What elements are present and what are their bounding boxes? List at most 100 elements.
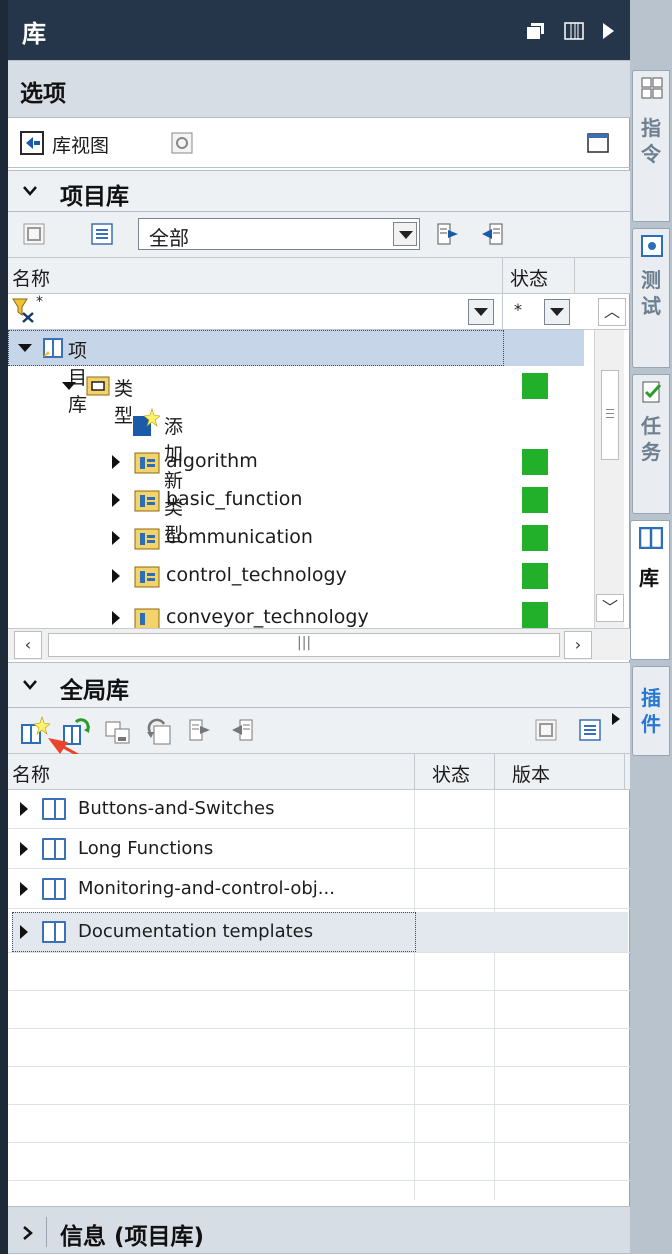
status-indicator (522, 602, 548, 628)
overflow-arrow-icon[interactable] (610, 712, 622, 726)
type-folder-icon (134, 452, 160, 474)
global-library-item[interactable]: Documentation templates (8, 912, 628, 952)
project-library-tree: 项目库 类型 添加新类型 algorithm basic_function co… (8, 330, 630, 628)
float-window-icon[interactable] (526, 22, 546, 40)
left-border (0, 0, 8, 1254)
global-library-book-icon (42, 838, 66, 860)
detail-view-icon[interactable] (578, 718, 602, 742)
type-folder-icon (134, 528, 160, 550)
clear-filter-icon[interactable] (12, 298, 38, 324)
library-filter-select[interactable]: 全部 (138, 218, 420, 250)
chevron-down-icon[interactable] (22, 185, 38, 197)
global-library-header[interactable]: 全局库 (8, 662, 630, 708)
global-library-book-icon (42, 921, 66, 943)
library-view-toggle-icon[interactable] (20, 131, 44, 155)
options-title: 选项 (20, 81, 66, 107)
column-status[interactable]: 状态 (432, 760, 470, 787)
tasks-icon (642, 381, 662, 403)
project-library-header[interactable]: 项目库 (8, 170, 630, 212)
expand-arrow-icon[interactable] (20, 925, 28, 939)
scroll-thumb[interactable]: ||| (48, 633, 560, 657)
import-icon[interactable] (230, 718, 254, 742)
status-indicator (522, 487, 548, 513)
options-header: 选项 (8, 60, 630, 118)
tab-tasks[interactable]: 任务 (632, 374, 670, 514)
column-version[interactable]: 版本 (512, 760, 550, 787)
tree-vertical-scrollbar[interactable]: ﹀ (594, 330, 624, 628)
tab-label: 测试 (641, 268, 661, 318)
scroll-right-button[interactable]: › (564, 631, 592, 659)
global-library-item[interactable]: Monitoring-and-control-obj... (8, 870, 628, 908)
dock-window-icon[interactable] (564, 22, 584, 40)
collapse-right-icon[interactable] (600, 22, 616, 40)
tab-testing[interactable]: 测试 (632, 228, 670, 368)
expand-arrow-icon[interactable] (112, 531, 120, 545)
tab-libraries[interactable]: 库 (630, 520, 670, 660)
chevron-right-icon[interactable] (22, 1225, 34, 1241)
global-library-title: 全局库 (60, 678, 129, 704)
close-library-icon[interactable] (146, 718, 174, 746)
column-status[interactable]: 状态 (510, 264, 548, 291)
scroll-down-button[interactable]: ﹀ (596, 594, 624, 622)
project-library-column-header: 名称 状态 (8, 258, 630, 294)
expand-arrow-icon[interactable] (20, 842, 28, 856)
project-library-toolbar: 全部 (8, 212, 630, 258)
expand-arrow-icon[interactable] (112, 569, 120, 583)
name-filter-value[interactable]: * (36, 294, 43, 310)
global-library-book-icon (42, 878, 66, 900)
library-label: Documentation templates (78, 921, 314, 942)
tab-add-ins[interactable]: 插件 (632, 666, 670, 756)
filter-row: * * ︿ (8, 294, 630, 330)
status-filter-value[interactable]: * (514, 300, 522, 319)
column-name[interactable]: 名称 (12, 264, 50, 291)
expand-arrow-icon[interactable] (20, 882, 28, 896)
library-label: Buttons-and-Switches (78, 798, 275, 819)
global-library-item[interactable]: Buttons-and-Switches (8, 790, 628, 828)
global-library-list: Buttons-and-Switches Long Functions Moni… (8, 790, 630, 1200)
open-library-icon[interactable] (534, 718, 558, 742)
tree-label: algorithm (166, 450, 258, 472)
library-task-card: 库 选项 库视图 项目库 全部 名称 状态 * * ︿ 项目库 类型 添加新类型… (0, 0, 672, 1254)
global-library-item[interactable]: Long Functions (8, 830, 628, 868)
scroll-left-button[interactable]: ‹ (14, 631, 42, 659)
expand-arrow-icon[interactable] (18, 344, 32, 352)
global-library-book-icon (42, 798, 66, 820)
tab-label: 库 (639, 566, 659, 590)
tab-label: 任务 (641, 414, 661, 464)
instructions-icon (641, 77, 663, 99)
testing-icon (641, 235, 663, 257)
library-book-icon (639, 527, 663, 549)
info-section-title: 信息 (项目库) (60, 1224, 205, 1250)
scroll-thumb[interactable] (601, 370, 619, 460)
import-icon[interactable] (480, 222, 504, 246)
expand-arrow-icon[interactable] (112, 611, 120, 625)
chevron-down-icon[interactable] (22, 679, 38, 691)
chevron-down-icon[interactable] (468, 299, 494, 325)
column-name[interactable]: 名称 (12, 760, 50, 787)
export-icon[interactable] (436, 222, 460, 246)
panel-titlebar: 库 (8, 0, 630, 60)
tree-label: 项目库 (68, 340, 88, 416)
tree-horizontal-scrollbar[interactable]: ‹ ||| › (8, 628, 630, 660)
chevron-down-icon[interactable] (544, 299, 570, 325)
library-view-settings-icon[interactable] (170, 131, 194, 155)
maximize-pane-icon[interactable] (586, 131, 610, 155)
open-library-icon[interactable] (22, 222, 46, 246)
expand-arrow-icon[interactable] (112, 455, 120, 469)
scroll-up-button[interactable]: ︿ (598, 298, 626, 326)
info-section-header[interactable]: 信息 (项目库) (8, 1206, 630, 1254)
detail-view-icon[interactable] (90, 222, 114, 246)
tab-instructions[interactable]: 指令 (632, 70, 670, 222)
expand-arrow-icon[interactable] (112, 493, 120, 507)
status-indicator (522, 525, 548, 551)
tree-label: conveyor_technology (166, 606, 369, 628)
global-library-column-header: 名称 状态 版本 (8, 754, 630, 790)
expand-arrow-icon[interactable] (20, 802, 28, 816)
tree-label: 类型 (114, 378, 134, 427)
add-new-type-icon (133, 408, 160, 436)
chevron-down-icon[interactable] (393, 222, 417, 246)
types-folder-icon (86, 376, 110, 396)
library-view-label[interactable]: 库视图 (52, 131, 109, 158)
expand-arrow-icon[interactable] (62, 382, 76, 390)
export-icon[interactable] (188, 718, 212, 742)
